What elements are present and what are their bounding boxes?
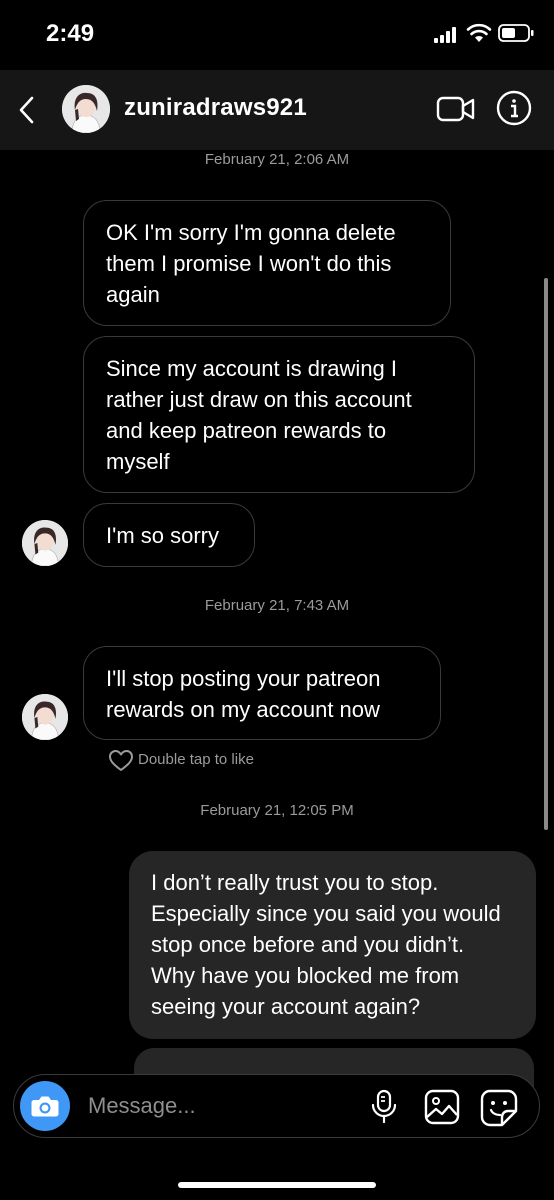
- camera-icon: [31, 1096, 59, 1117]
- cellular-signal-icon: [434, 27, 460, 43]
- message-composer: [13, 1074, 540, 1138]
- message-input[interactable]: [88, 1089, 348, 1123]
- heart-icon[interactable]: [108, 748, 134, 774]
- video-camera-icon[interactable]: [436, 92, 476, 126]
- message-bubble-incoming[interactable]: I'll stop posting your patreon rewards o…: [83, 646, 441, 740]
- avatar[interactable]: [62, 85, 110, 133]
- status-bar: 2:49: [0, 0, 554, 70]
- info-icon[interactable]: [496, 90, 532, 126]
- sender-avatar[interactable]: [22, 520, 68, 566]
- timestamp: February 21, 2:06 AM: [204, 151, 350, 168]
- timestamp: February 21, 7:43 AM: [204, 597, 350, 614]
- gallery-icon[interactable]: [424, 1089, 460, 1125]
- like-hint-text: Double tap to like: [138, 751, 254, 768]
- timestamp: February 21, 12:05 PM: [200, 802, 354, 819]
- wifi-icon: [466, 23, 492, 42]
- sender-avatar[interactable]: [22, 694, 68, 740]
- chevron-left-icon[interactable]: [14, 92, 42, 128]
- sticker-icon[interactable]: [480, 1089, 518, 1127]
- message-bubble-incoming[interactable]: Since my account is drawing I rather jus…: [83, 336, 475, 493]
- microphone-icon[interactable]: [370, 1089, 398, 1125]
- status-time: 2:49: [46, 20, 95, 47]
- chat-username[interactable]: zuniradraws921: [124, 94, 307, 122]
- camera-button[interactable]: [20, 1081, 70, 1131]
- home-indicator[interactable]: [178, 1182, 376, 1188]
- battery-icon: [498, 24, 534, 42]
- message-bubble-outgoing[interactable]: I don’t really trust you to stop. Especi…: [129, 851, 536, 1039]
- message-bubble-incoming[interactable]: I'm so sorry: [83, 503, 255, 567]
- message-bubble-incoming[interactable]: OK I'm sorry I'm gonna delete them I pro…: [83, 200, 451, 326]
- scrollbar[interactable]: [544, 278, 548, 830]
- chat-header: zuniradraws921: [0, 70, 554, 150]
